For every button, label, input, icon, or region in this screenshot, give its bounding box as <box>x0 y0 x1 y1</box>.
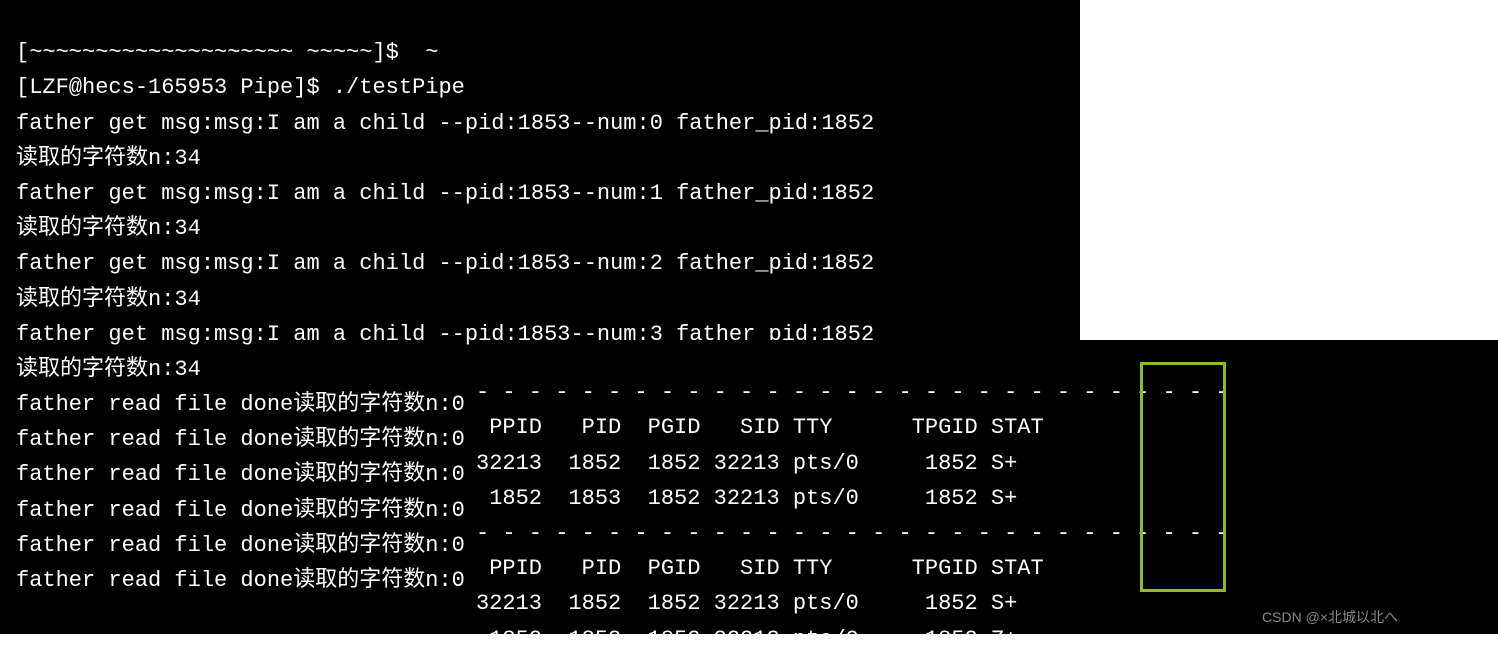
ps-row: 1852 1853 1852 32213 pts/0 1852 Z+ <box>476 627 1017 652</box>
terminal-output: father read file done读取的字符数n:0 <box>16 392 465 417</box>
terminal-prompt: [LZF@hecs-165953 Pipe]$ ./testPipe <box>16 75 465 100</box>
terminal-output: father get msg:msg:I am a child --pid:18… <box>16 111 874 136</box>
ps-separator: - - - - - - - - - - - - - - - - - - - - … <box>476 380 1229 405</box>
terminal-line-dim: [~~~~~~~~~~~~~~~~~~~~ ~~~~~]$ ~ <box>16 40 438 65</box>
terminal-output: father get msg:msg:I am a child --pid:18… <box>16 251 874 276</box>
terminal-output: father read file done读取的字符数n:0 <box>16 533 465 558</box>
terminal-output: 读取的字符数n:34 <box>16 216 201 241</box>
terminal-output: father get msg:msg:I am a child --pid:18… <box>16 181 874 206</box>
watermark: CSDN @×北城以北へ <box>1262 606 1398 628</box>
ps-row: 32213 1852 1852 32213 pts/0 1852 S+ <box>476 591 1017 616</box>
terminal-output: father read file done读取的字符数n:0 <box>16 498 465 523</box>
terminal-overlay[interactable]: - - - - - - - - - - - - - - - - - - - - … <box>470 340 1498 634</box>
ps-header: PPID PID PGID SID TTY TPGID STAT <box>476 415 1044 440</box>
terminal-output: father read file done读取的字符数n:0 <box>16 427 465 452</box>
terminal-output: 读取的字符数n:34 <box>16 146 201 171</box>
ps-row: 1852 1853 1852 32213 pts/0 1852 S+ <box>476 486 1017 511</box>
ps-header: PPID PID PGID SID TTY TPGID STAT <box>476 556 1044 581</box>
terminal-output: 读取的字符数n:34 <box>16 357 201 382</box>
ps-row: 32213 1852 1852 32213 pts/0 1852 S+ <box>476 451 1017 476</box>
terminal-output: father read file done读取的字符数n:0 <box>16 462 465 487</box>
terminal-output: 读取的字符数n:34 <box>16 287 201 312</box>
terminal-output: father read file done读取的字符数n:0 <box>16 568 465 593</box>
ps-separator: - - - - - - - - - - - - - - - - - - - - … <box>476 521 1229 546</box>
